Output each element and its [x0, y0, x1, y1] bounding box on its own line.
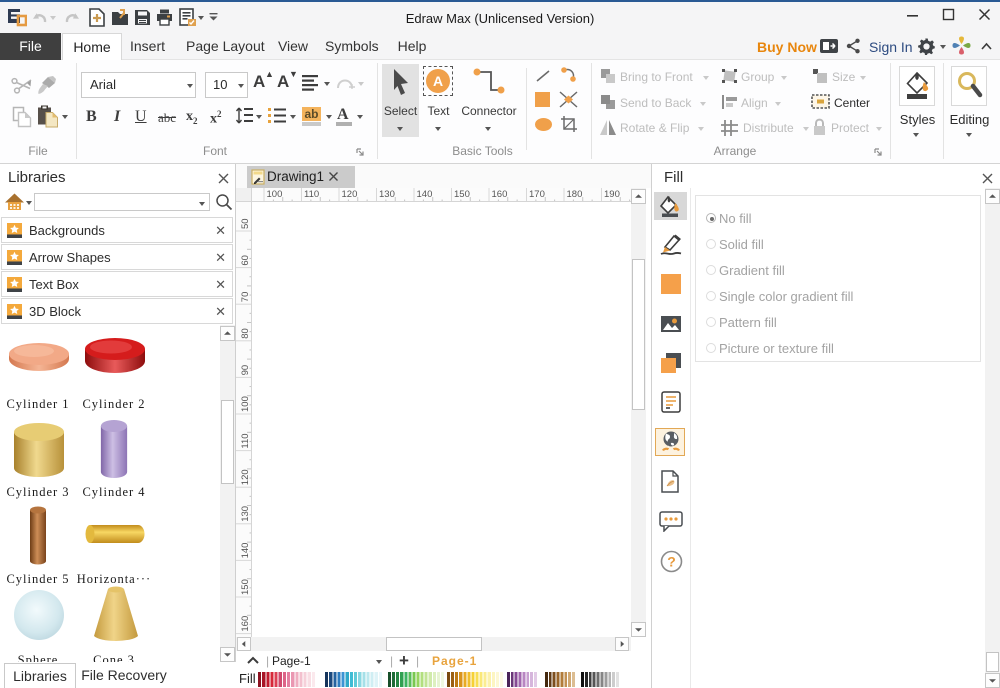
svg-text:180: 180 [567, 189, 583, 200]
svg-text:150: 150 [240, 579, 251, 595]
svg-text:130: 130 [379, 189, 395, 200]
svg-text:90: 90 [240, 365, 251, 376]
svg-text:50: 50 [240, 218, 251, 229]
svg-text:60: 60 [240, 255, 251, 266]
svg-text:70: 70 [240, 292, 251, 303]
svg-text:130: 130 [240, 506, 251, 522]
svg-text:150: 150 [454, 189, 470, 200]
svg-text:160: 160 [492, 189, 508, 200]
svg-text:100: 100 [267, 189, 283, 200]
svg-text:100: 100 [240, 396, 251, 412]
svg-text:?: ? [667, 554, 676, 570]
svg-text:110: 110 [304, 189, 319, 200]
svg-text:120: 120 [342, 189, 358, 200]
svg-text:160: 160 [240, 616, 251, 632]
svg-text:190: 190 [604, 189, 620, 200]
svg-text:140: 140 [240, 543, 251, 559]
svg-text:140: 140 [417, 189, 433, 200]
svg-text:80: 80 [240, 328, 251, 339]
svg-text:110: 110 [240, 433, 251, 448]
svg-text:120: 120 [240, 469, 251, 485]
svg-text:170: 170 [529, 189, 545, 200]
